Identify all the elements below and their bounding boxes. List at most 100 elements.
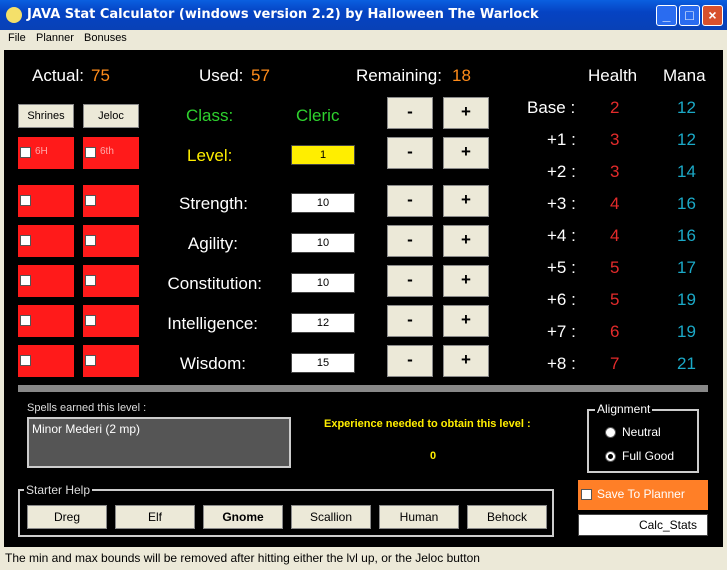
mana-value-4: 16 xyxy=(677,226,696,245)
experience-value: 0 xyxy=(430,450,437,462)
shrine-label-6th: 6th xyxy=(100,146,114,157)
shrine-checkbox[interactable] xyxy=(85,235,96,246)
spells-textarea[interactable]: Minor Mederi (2 mp) xyxy=(27,417,291,468)
health-value-1: 3 xyxy=(610,130,620,149)
shrine-box xyxy=(18,225,74,257)
shrine-checkbox[interactable] xyxy=(85,355,96,366)
shrine-checkbox[interactable] xyxy=(20,315,31,326)
constitution-minus-button[interactable]: - xyxy=(387,265,433,297)
starter-scallion-button[interactable]: Scallion xyxy=(291,505,371,529)
mana-value-base: 12 xyxy=(677,98,696,117)
agility-minus-button[interactable]: - xyxy=(387,225,433,257)
shrines-button[interactable]: Shrines xyxy=(18,104,74,128)
shrine-box xyxy=(18,265,74,297)
radio-selected-dot xyxy=(608,454,613,459)
class-minus-button[interactable]: - xyxy=(387,97,433,129)
class-plus-button[interactable]: + xyxy=(443,97,489,129)
menu-bar: File Planner Bonuses xyxy=(0,30,727,49)
strength-plus-button[interactable]: + xyxy=(443,185,489,217)
shrine-checkbox[interactable] xyxy=(20,195,31,206)
jeloc-button[interactable]: Jeloc xyxy=(83,104,139,128)
wisdom-plus-button[interactable]: + xyxy=(443,345,489,377)
shrine-box-6h: 6H xyxy=(18,137,74,169)
starter-human-button[interactable]: Human xyxy=(379,505,459,529)
shrine-box-6th: 6th xyxy=(83,137,139,169)
level-minus-button[interactable]: - xyxy=(387,137,433,169)
mana-value-2: 14 xyxy=(677,162,696,181)
row-label-4: +4 : xyxy=(547,226,576,245)
neutral-radio[interactable] xyxy=(605,427,616,438)
level-plus-button[interactable]: + xyxy=(443,137,489,169)
shrine-checkbox[interactable] xyxy=(85,195,96,206)
health-value-6: 5 xyxy=(610,290,620,309)
row-label-2: +2 : xyxy=(547,162,576,181)
app-window: JAVA Stat Calculator (windows version 2.… xyxy=(0,0,727,570)
divider-bar xyxy=(18,385,708,392)
save-to-planner-label: Save To Planner xyxy=(597,487,685,501)
shrine-checkbox-6h[interactable] xyxy=(20,147,31,158)
wisdom-field[interactable]: 15 xyxy=(291,353,355,373)
intelligence-minus-button[interactable]: - xyxy=(387,305,433,337)
save-to-planner-checkbox[interactable] xyxy=(581,489,592,500)
shrine-checkbox[interactable] xyxy=(85,275,96,286)
mana-value-3: 16 xyxy=(677,194,696,213)
health-header: Health xyxy=(588,66,638,85)
intelligence-label: Intelligence: xyxy=(167,314,258,333)
class-label: Class: xyxy=(186,106,234,125)
level-field[interactable]: 1 xyxy=(291,145,355,165)
intelligence-plus-button[interactable]: + xyxy=(443,305,489,337)
row-label-base: Base : xyxy=(527,98,576,117)
row-label-6: +6 : xyxy=(547,290,576,309)
health-value-4: 4 xyxy=(610,226,620,245)
starter-elf-button[interactable]: Elf xyxy=(115,505,195,529)
experience-label: Experience needed to obtain this level : xyxy=(324,418,531,430)
minimize-button[interactable]: _ xyxy=(656,5,677,26)
skull-icon xyxy=(6,7,22,23)
level-label: Level: xyxy=(187,146,233,165)
health-value-3: 4 xyxy=(610,194,620,213)
strength-minus-button[interactable]: - xyxy=(387,185,433,217)
spells-label: Spells earned this level : xyxy=(27,402,147,414)
strength-field[interactable]: 10 xyxy=(291,193,355,213)
shrine-checkbox-6th[interactable] xyxy=(85,147,96,158)
full-good-radio[interactable] xyxy=(605,451,616,462)
full-good-label: Full Good xyxy=(622,449,675,463)
shrine-checkbox[interactable] xyxy=(85,315,96,326)
starter-help-label: Starter Help xyxy=(24,483,93,497)
row-label-7: +7 : xyxy=(547,322,576,341)
window-title: JAVA Stat Calculator (windows version 2.… xyxy=(27,7,539,22)
constitution-plus-button[interactable]: + xyxy=(443,265,489,297)
shrine-label-6h: 6H xyxy=(35,146,48,157)
health-value-2: 3 xyxy=(610,162,620,181)
status-text: The min and max bounds will be removed a… xyxy=(5,551,480,565)
mana-value-1: 12 xyxy=(677,130,696,149)
title-bar: JAVA Stat Calculator (windows version 2.… xyxy=(0,0,727,30)
save-to-planner-panel: Save To Planner xyxy=(578,480,708,510)
agility-field[interactable]: 10 xyxy=(291,233,355,253)
wisdom-minus-button[interactable]: - xyxy=(387,345,433,377)
shrine-checkbox[interactable] xyxy=(20,355,31,366)
close-button[interactable]: × xyxy=(702,5,723,26)
spells-value: Minor Mederi (2 mp) xyxy=(32,422,141,436)
mana-value-6: 19 xyxy=(677,290,696,309)
health-value-base: 2 xyxy=(610,98,620,117)
planner-filename-field[interactable]: Calc_Stats xyxy=(578,514,708,536)
actual-value: 75 xyxy=(91,66,110,85)
shrine-box xyxy=(83,265,139,297)
menu-bonuses[interactable]: Bonuses xyxy=(84,32,127,44)
intelligence-field[interactable]: 12 xyxy=(291,313,355,333)
starter-dreg-button[interactable]: Dreg xyxy=(27,505,107,529)
menu-planner[interactable]: Planner xyxy=(36,32,74,44)
menu-file[interactable]: File xyxy=(8,32,26,44)
shrine-checkbox[interactable] xyxy=(20,235,31,246)
agility-plus-button[interactable]: + xyxy=(443,225,489,257)
starter-behock-button[interactable]: Behock xyxy=(467,505,547,529)
starter-gnome-button[interactable]: Gnome xyxy=(203,505,283,529)
constitution-field[interactable]: 10 xyxy=(291,273,355,293)
row-label-5: +5 : xyxy=(547,258,576,277)
mana-value-7: 19 xyxy=(677,322,696,341)
maximize-button[interactable]: □ xyxy=(679,5,700,26)
used-value: 57 xyxy=(251,66,270,85)
shrine-checkbox[interactable] xyxy=(20,275,31,286)
minimize-icon: _ xyxy=(662,7,671,23)
